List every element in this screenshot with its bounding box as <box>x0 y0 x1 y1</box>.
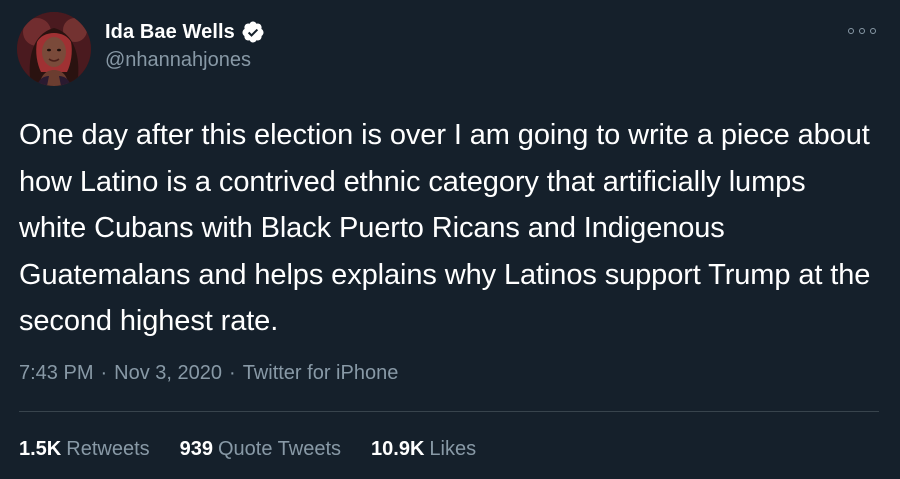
quote-tweets-label: Quote Tweets <box>218 438 342 460</box>
avatar-image <box>17 12 91 86</box>
likes-count: 10.9K <box>371 438 425 460</box>
more-options-icon[interactable] <box>848 24 876 38</box>
likes-label: Likes <box>429 438 477 460</box>
likes-stat[interactable]: 10.9K Likes <box>371 438 476 461</box>
tweet-text: One day after this election is over I am… <box>19 119 871 337</box>
meta-separator: · <box>100 362 108 384</box>
tweet-stats: 1.5K Retweets 939 Quote Tweets 10.9K Likes <box>19 438 506 461</box>
author-block: Ida Bae Wells @nhannahjones <box>105 17 265 72</box>
tweet-meta: 7:43 PM · Nov 3, 2020 · Twitter for iPho… <box>19 362 398 385</box>
retweets-label: Retweets <box>66 438 150 460</box>
meta-separator: · <box>229 362 236 384</box>
tweet-date[interactable]: Nov 3, 2020 <box>114 362 222 385</box>
retweets-stat[interactable]: 1.5K Retweets <box>19 438 150 461</box>
quote-tweets-count: 939 <box>179 438 213 460</box>
more-dot <box>859 28 865 34</box>
tweet-card: Ida Bae Wells @nhannahjones One day afte… <box>0 0 900 479</box>
verified-badge-icon <box>241 20 265 44</box>
tweet-time[interactable]: 7:43 PM <box>19 362 93 385</box>
avatar[interactable] <box>17 12 91 86</box>
divider <box>19 411 879 412</box>
name-row: Ida Bae Wells <box>105 17 265 47</box>
quote-tweets-stat[interactable]: 939 Quote Tweets <box>180 438 341 461</box>
user-handle[interactable]: @nhannahjones <box>105 49 265 72</box>
retweets-count: 1.5K <box>19 438 62 460</box>
more-dot <box>848 28 854 34</box>
display-name[interactable]: Ida Bae Wells <box>105 21 235 44</box>
tweet-source[interactable]: Twitter for iPhone <box>243 362 399 385</box>
more-dot <box>870 28 876 34</box>
